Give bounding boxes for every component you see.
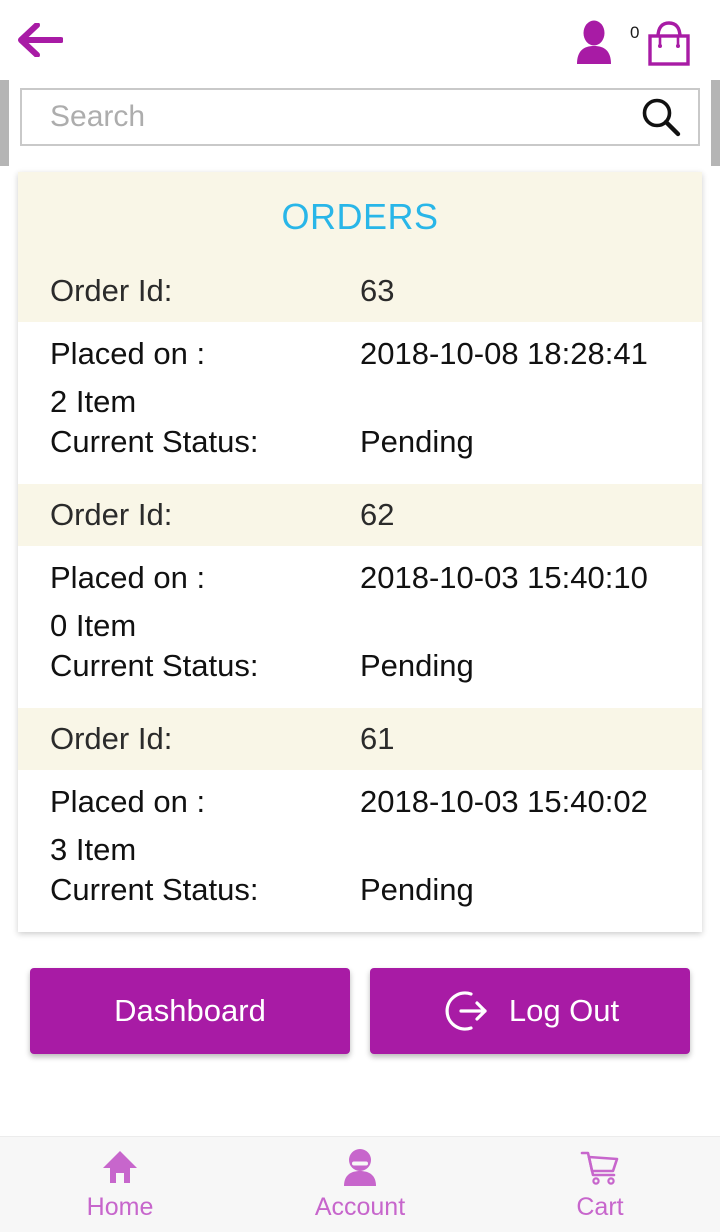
dashboard-button-label: Dashboard	[114, 993, 266, 1028]
current-status-label: Current Status:	[50, 424, 259, 459]
orders-screen: 0 ORDER	[0, 0, 720, 1232]
nav-item-account[interactable]: Account	[240, 1137, 480, 1232]
placed-on-value: 2018-10-03 15:40:10	[360, 560, 648, 595]
header-icon-group: 0	[572, 12, 700, 68]
back-button[interactable]	[14, 14, 66, 66]
placed-on-row: Placed on : 2018-10-03 15:40:02	[50, 784, 702, 828]
placed-on-row: Placed on : 2018-10-08 18:28:41	[50, 336, 702, 380]
order-detail-block: Placed on : 2018-10-08 18:28:41 2 Item C…	[18, 322, 702, 484]
app-header: 0	[0, 0, 720, 80]
order-id-value: 61	[360, 721, 395, 756]
current-status-value: Pending	[360, 424, 474, 459]
search-icon	[642, 98, 681, 137]
logout-button[interactable]: Log Out	[370, 968, 690, 1054]
order-detail-block: Placed on : 2018-10-03 15:40:10 0 Item C…	[18, 546, 702, 708]
placed-on-label: Placed on :	[50, 784, 206, 819]
right-edge-scroll-track[interactable]	[711, 80, 720, 166]
page-title: ORDERS	[281, 196, 439, 237]
logout-button-label: Log Out	[508, 993, 620, 1028]
placed-on-value: 2018-10-08 18:28:41	[360, 336, 648, 371]
current-status-row: Current Status: Pending	[50, 872, 702, 916]
current-status-label: Current Status:	[50, 648, 259, 683]
search-submit-button[interactable]	[624, 90, 698, 144]
placed-on-row: Placed on : 2018-10-03 15:40:10	[50, 560, 702, 604]
order-id-value: 62	[360, 497, 395, 532]
item-count-value: 3 Item	[50, 832, 137, 867]
nav-item-home[interactable]: Home	[0, 1137, 240, 1232]
order-id-label: Order Id:	[50, 721, 173, 756]
current-status-row: Current Status: Pending	[50, 424, 702, 468]
arrow-left-icon	[18, 23, 63, 57]
account-button[interactable]	[572, 16, 616, 64]
order-id-row[interactable]: Order Id: 63	[18, 260, 702, 322]
cart-button[interactable]: 0	[630, 14, 700, 66]
nav-label-home: Home	[86, 1193, 154, 1221]
dashboard-button[interactable]: Dashboard	[30, 968, 350, 1054]
current-status-value: Pending	[360, 648, 474, 683]
shopping-cart-icon	[579, 1147, 621, 1187]
current-status-label: Current Status:	[50, 872, 259, 907]
order-id-label: Order Id:	[50, 273, 173, 308]
order-id-row[interactable]: Order Id: 61	[18, 708, 702, 770]
search-box[interactable]	[20, 88, 700, 146]
order-id-label: Order Id:	[50, 497, 173, 532]
placed-on-value: 2018-10-03 15:40:02	[360, 784, 648, 819]
order-id-value: 63	[360, 273, 395, 308]
nav-label-cart: Cart	[576, 1193, 624, 1221]
person-icon	[577, 20, 611, 64]
order-detail-block: Placed on : 2018-10-03 15:40:02 3 Item C…	[18, 770, 702, 932]
action-button-group: Dashboard Log Out	[30, 968, 690, 1054]
shopping-bag-icon	[648, 21, 690, 66]
person-icon	[341, 1147, 379, 1187]
orders-card: ORDERS Order Id: 63 Placed on : 2018-10-…	[18, 172, 702, 932]
current-status-value: Pending	[360, 872, 474, 907]
current-status-row: Current Status: Pending	[50, 648, 702, 692]
bottom-navigation-bar: Home Account Cart	[0, 1136, 720, 1232]
cart-count-badge: 0	[630, 23, 640, 42]
left-edge-scroll-track[interactable]	[0, 80, 9, 166]
home-icon	[101, 1147, 139, 1187]
logout-arrow-icon	[445, 991, 487, 1031]
orders-card-header: ORDERS	[18, 172, 702, 260]
nav-label-account: Account	[314, 1193, 406, 1221]
placed-on-label: Placed on :	[50, 560, 206, 595]
item-count-value: 2 Item	[50, 384, 137, 419]
nav-item-cart[interactable]: Cart	[480, 1137, 720, 1232]
placed-on-label: Placed on :	[50, 336, 206, 371]
item-count-value: 0 Item	[50, 608, 137, 643]
search-input[interactable]	[22, 90, 624, 144]
order-id-row[interactable]: Order Id: 62	[18, 484, 702, 546]
